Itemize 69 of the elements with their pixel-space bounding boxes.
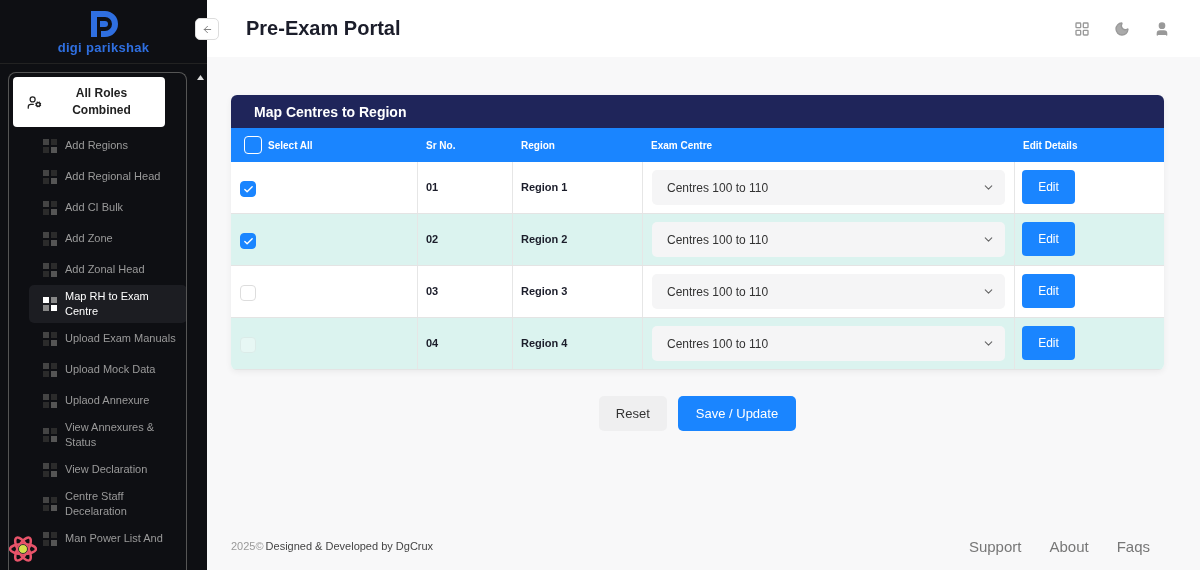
apps-icon[interactable]: [1074, 20, 1090, 37]
sidebar-item[interactable]: Uplaod Annexure: [29, 385, 186, 416]
collapse-button[interactable]: [195, 18, 219, 40]
user-cog-icon: [27, 94, 42, 110]
sidebar-item[interactable]: Add Regional Head: [29, 161, 186, 192]
edit-button[interactable]: Edit: [1022, 274, 1075, 308]
moon-icon[interactable]: [1114, 20, 1130, 37]
role-card[interactable]: All Roles Combined: [13, 77, 165, 127]
column-header: Sr No.: [426, 139, 456, 151]
footer-link[interactable]: About: [1049, 537, 1089, 555]
sidebar-item[interactable]: Man Power List And: [29, 523, 186, 554]
sidebar-item[interactable]: Add Zone: [29, 223, 186, 254]
grid-icon: [43, 200, 57, 215]
sidebar-item[interactable]: View Declaration: [29, 454, 186, 485]
table-cell: Region 4: [513, 318, 643, 369]
edit-button[interactable]: Edit: [1022, 222, 1075, 256]
sidebar-item[interactable]: Add Regions: [29, 130, 186, 161]
sidebar-item[interactable]: Map RH to Exam Centre: [29, 285, 186, 323]
grid-icon: [43, 138, 57, 153]
footer-credit: Designed & Developed by DgCrux: [265, 540, 434, 552]
atom-icon[interactable]: [9, 535, 37, 563]
table-cell: Region 2: [513, 214, 643, 265]
grid-icon: [43, 362, 57, 377]
grid-icon: [43, 297, 57, 311]
grid-icon: [43, 331, 57, 346]
sidebar-item[interactable]: Add CI Bulk: [29, 192, 186, 223]
scroll-up-icon[interactable]: [197, 75, 204, 80]
sidebar-item[interactable]: Centre Staff Decelaration: [29, 485, 186, 523]
grid-icon: [43, 531, 57, 546]
row-checkbox[interactable]: [240, 181, 256, 197]
check-icon: [242, 235, 254, 247]
copyright-year: 2025©: [231, 540, 264, 552]
centre-dropdown[interactable]: Centres 100 to 110: [652, 170, 1005, 205]
check-icon: [242, 183, 254, 195]
table-cell: 01: [418, 162, 513, 213]
table-cell: 02: [418, 214, 513, 265]
column-header: Edit Details: [1023, 139, 1078, 151]
sidebar-item[interactable]: Upload Mock Data: [29, 354, 186, 385]
card-title: Map Centres to Region: [231, 95, 1164, 128]
table-cell: Region 1: [513, 162, 643, 213]
sidebar-item[interactable]: Upload Exam Manuals: [29, 323, 186, 354]
grid-icon: [43, 262, 57, 277]
grid-icon: [43, 231, 57, 246]
grid-icon: [43, 497, 57, 511]
table-cell: 03: [418, 266, 513, 317]
reset-button[interactable]: Reset: [598, 396, 667, 431]
grid-icon: [43, 169, 57, 184]
grid-icon: [43, 462, 57, 477]
sidebar-item[interactable]: View Annexures & Status: [29, 416, 186, 454]
column-header: Select All: [268, 139, 313, 151]
table-cell: 04: [418, 318, 513, 369]
footer-link[interactable]: Support: [968, 537, 1022, 555]
grid-icon: [43, 393, 57, 408]
user-icon[interactable]: [1154, 20, 1170, 37]
row-checkbox[interactable]: [240, 233, 256, 249]
logo-text: digi parikshak: [57, 39, 150, 55]
edit-button[interactable]: Edit: [1022, 170, 1075, 204]
centre-dropdown[interactable]: Centres 100 to 110: [652, 222, 1005, 257]
grid-icon: [43, 428, 57, 442]
arrow-left-icon: [201, 23, 213, 35]
save-button[interactable]: Save / Update: [677, 396, 797, 431]
column-header: Region: [521, 139, 555, 151]
column-header: Exam Centre: [651, 139, 713, 151]
table-cell: Region 3: [513, 266, 643, 317]
select-all-checkbox[interactable]: [244, 136, 262, 154]
page-title: Pre-Exam Portal: [246, 17, 402, 40]
footer-link[interactable]: Faqs: [1116, 537, 1150, 555]
sidebar-item[interactable]: Add Zonal Head: [29, 254, 186, 285]
centre-dropdown[interactable]: Centres 100 to 110: [652, 274, 1005, 309]
